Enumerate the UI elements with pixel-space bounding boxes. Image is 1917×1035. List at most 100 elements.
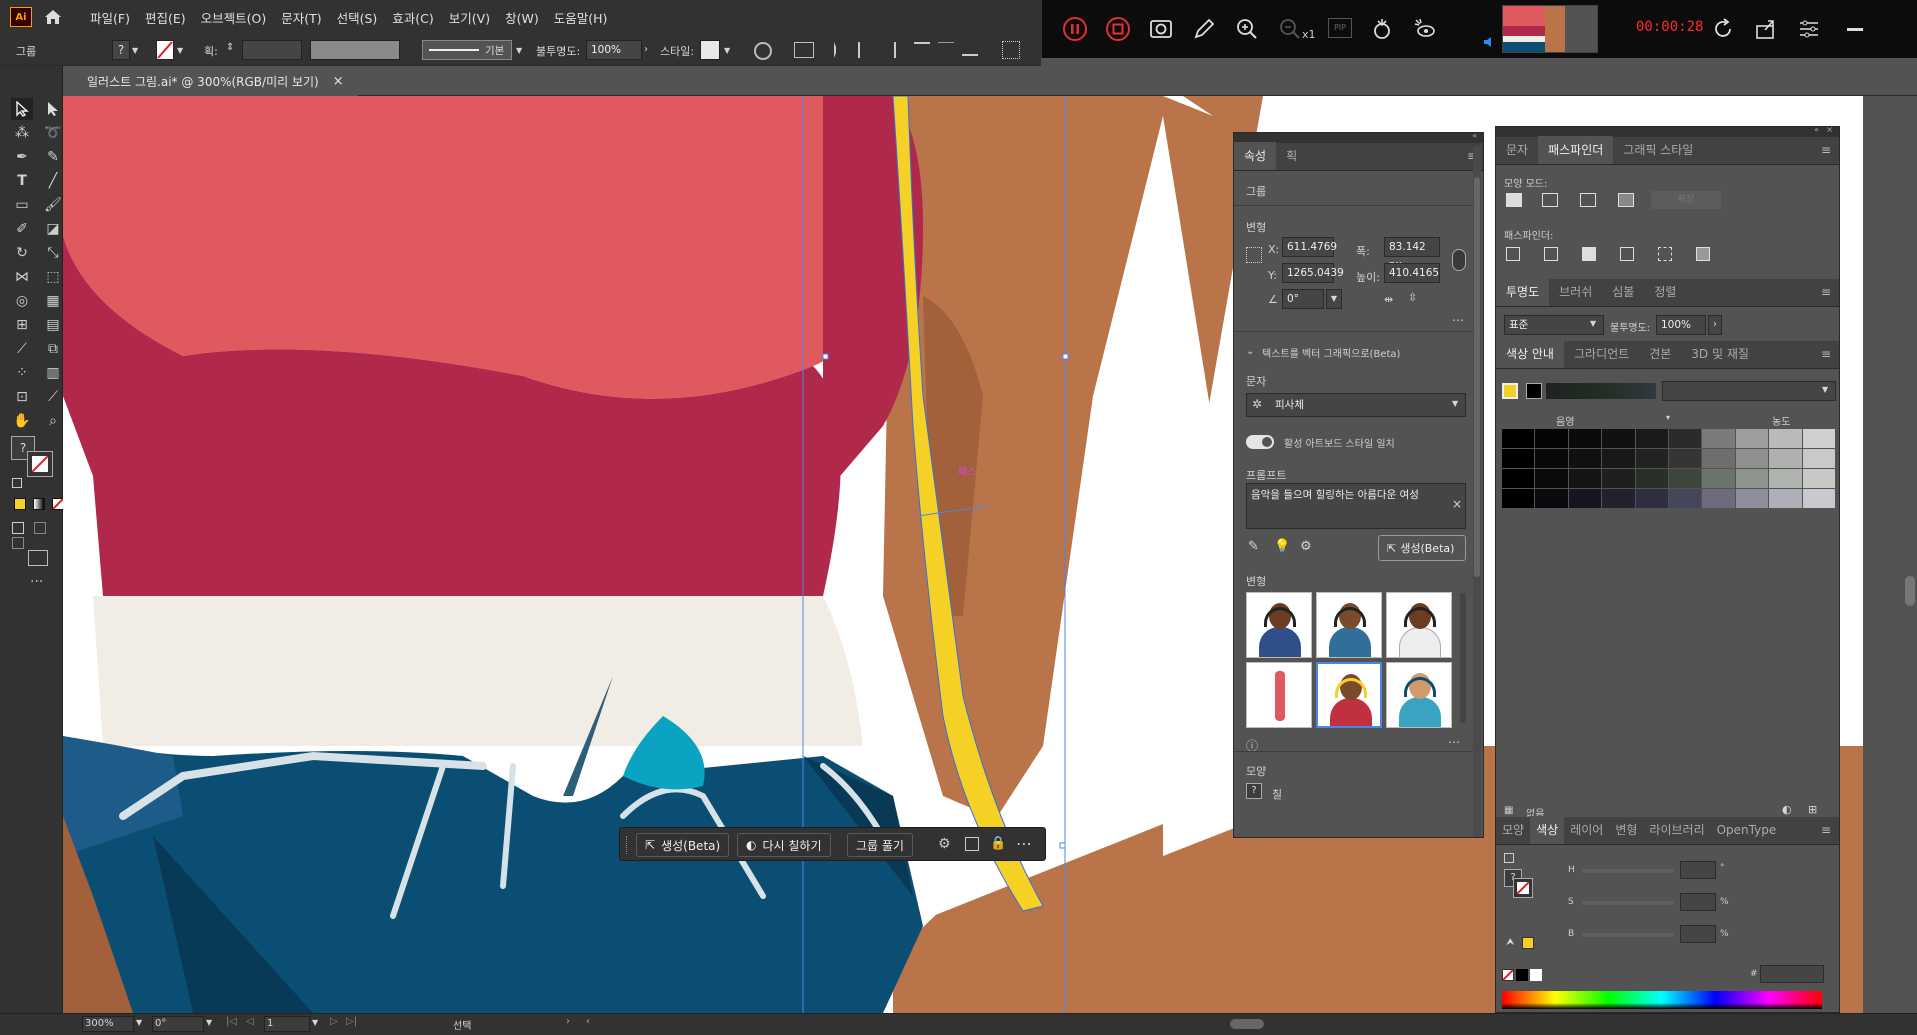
type-tool-icon[interactable]: T — [11, 170, 33, 192]
tab-transform[interactable]: 변형 — [1609, 816, 1643, 844]
height-input[interactable]: 410.4165 — [1384, 263, 1440, 283]
tab-symbols[interactable]: 심볼 — [1602, 278, 1644, 306]
color-guide-cell[interactable] — [1669, 489, 1702, 508]
recolor-button[interactable]: ◐ 다시 칠하기 — [737, 833, 831, 857]
color-guide-cell[interactable] — [1669, 469, 1702, 488]
variations-scrollbar[interactable] — [1460, 593, 1466, 723]
stroke-indicator[interactable] — [1513, 878, 1533, 898]
crop-icon[interactable] — [1620, 247, 1634, 261]
menu-select[interactable]: 선택(S) — [337, 8, 378, 27]
color-guide-cell[interactable] — [1602, 429, 1635, 448]
pause-icon[interactable] — [1062, 16, 1088, 42]
menu-object[interactable]: 오브젝트(O) — [201, 8, 267, 27]
selection-tool-icon[interactable] — [11, 98, 33, 120]
color-guide-cell[interactable] — [1735, 489, 1769, 508]
variation-thumbnail[interactable] — [1386, 662, 1452, 728]
rectangle-tool-icon[interactable]: ▭ — [11, 194, 33, 216]
color-guide-cell[interactable] — [1535, 449, 1568, 468]
tab-character[interactable]: 문자 — [1496, 136, 1538, 164]
fill-swatch[interactable]: ? — [112, 40, 130, 60]
rotation-view[interactable]: 0° — [152, 1016, 204, 1032]
panel-menu-icon[interactable]: ≡ — [1821, 340, 1831, 368]
color-guide-cell[interactable] — [1568, 449, 1602, 468]
harmony-swatch[interactable] — [1526, 383, 1542, 399]
color-guide-swatches-icon[interactable]: ◐ — [1782, 803, 1792, 816]
color-guide-cell[interactable] — [1602, 469, 1635, 488]
tab-layers[interactable]: 레이어 — [1564, 816, 1609, 844]
hue-slider[interactable] — [1582, 869, 1674, 873]
color-guide-cell[interactable] — [1735, 469, 1769, 488]
graphic-style-swatch[interactable] — [700, 40, 720, 60]
panel-menu-icon[interactable]: ≡ — [1821, 136, 1831, 164]
variable-width-profile[interactable] — [310, 40, 400, 60]
color-guide-cell[interactable] — [1702, 469, 1735, 488]
shaper-tool-icon[interactable]: ✐ — [11, 218, 33, 240]
white-swatch[interactable] — [1530, 969, 1542, 981]
duplicate-icon[interactable] — [965, 837, 979, 851]
chevron-down-icon[interactable]: ▼ — [1326, 289, 1342, 309]
prompt-input[interactable]: 음악을 들으며 힐링하는 아름다운 여성 — [1246, 483, 1466, 529]
chevron-down-icon[interactable]: ▾ — [1666, 413, 1670, 422]
artboard-number[interactable]: 1 — [264, 1016, 310, 1032]
color-guide-cell[interactable] — [1535, 429, 1568, 448]
chevron-down-icon[interactable]: ▼ — [132, 46, 138, 55]
hex-input[interactable] — [1760, 965, 1824, 983]
variation-thumbnail[interactable] — [1316, 592, 1382, 658]
close-panel-icon[interactable]: × — [1826, 125, 1833, 134]
harmony-colors[interactable] — [1546, 383, 1656, 399]
panel-menu-icon[interactable]: ≡ — [1821, 816, 1831, 844]
artboard-tool-icon[interactable]: ⊡ — [11, 386, 33, 408]
color-guide-cell[interactable] — [1702, 449, 1735, 468]
brightness-input[interactable] — [1680, 925, 1716, 943]
tab-libraries[interactable]: 라이브러리 — [1643, 816, 1710, 844]
tab-align[interactable]: 정렬 — [1644, 278, 1686, 306]
pen-tool-icon[interactable]: ✒ — [11, 146, 33, 168]
tab-opentype[interactable]: OpenType — [1711, 816, 1783, 844]
color-guide-cell[interactable] — [1635, 469, 1668, 488]
mesh-tool-icon[interactable]: ⊞ — [11, 314, 33, 336]
align-bottom-icon[interactable] — [962, 42, 978, 56]
opacity-input[interactable]: 100% — [1656, 315, 1706, 335]
save-group-icon[interactable]: ⊞ — [1808, 803, 1817, 816]
zoom-out-icon[interactable] — [1277, 16, 1303, 42]
color-guide-cell[interactable] — [1568, 489, 1602, 508]
variation-thumbnail[interactable] — [1246, 662, 1312, 728]
color-guide-cell[interactable] — [1602, 489, 1635, 508]
color-mode-icon[interactable] — [14, 498, 26, 510]
color-guide-cell[interactable] — [1735, 449, 1769, 468]
stroke-weight-input[interactable] — [242, 40, 302, 60]
color-spectrum[interactable] — [1502, 991, 1822, 1009]
color-guide-cell[interactable] — [1502, 429, 1535, 448]
free-transform-tool-icon[interactable]: ⬚ — [42, 266, 64, 288]
y-input[interactable]: 1265.0439 — [1282, 263, 1344, 283]
chevron-down-icon[interactable]: ▼ — [1822, 385, 1828, 394]
width-tool-icon[interactable]: ⋈ — [11, 266, 33, 288]
eyedropper-tool-icon[interactable]: ⟋ — [11, 338, 33, 360]
fill-swatch[interactable]: ? — [1246, 783, 1262, 799]
ungroup-button[interactable]: 그룹 풀기 — [847, 833, 913, 857]
more-options-icon[interactable]: ⋯ — [1452, 313, 1464, 327]
color-guide-cell[interactable] — [1635, 429, 1668, 448]
draw-mode-icons[interactable] — [12, 522, 62, 549]
recolor-artwork-icon[interactable] — [754, 42, 772, 60]
default-colors-icon[interactable] — [12, 478, 22, 488]
tab-appearance[interactable]: 모양 — [1496, 816, 1530, 844]
align-to-icon[interactable] — [794, 42, 814, 58]
variation-thumbnail-selected[interactable] — [1316, 662, 1382, 728]
first-artboard-icon[interactable]: |◁ — [226, 1016, 237, 1027]
color-guide-cell[interactable] — [1802, 489, 1835, 508]
align-center-icon[interactable] — [858, 42, 872, 58]
suggestions-icon[interactable]: 💡 — [1274, 539, 1290, 554]
color-guide-cell[interactable] — [1802, 469, 1835, 488]
stepper-icon[interactable]: ⇕ — [226, 42, 234, 53]
generate-beta-button[interactable]: ⇱ 생성(Beta) — [636, 833, 730, 857]
tab-gradient[interactable]: 그라디언트 — [1564, 340, 1639, 368]
tab-stroke[interactable]: 획 — [1276, 142, 1307, 170]
flip-horizontal-icon[interactable]: ⇹ — [1384, 293, 1393, 306]
opacity-input[interactable]: 100% — [586, 40, 642, 60]
menu-edit[interactable]: 편집(E) — [145, 8, 186, 27]
tab-color-guide[interactable]: 색상 안내 — [1496, 340, 1564, 368]
menu-effect[interactable]: 효과(C) — [392, 8, 433, 27]
color-guide-cell[interactable] — [1702, 429, 1735, 448]
vertical-scrollbar[interactable] — [1903, 96, 1917, 1013]
